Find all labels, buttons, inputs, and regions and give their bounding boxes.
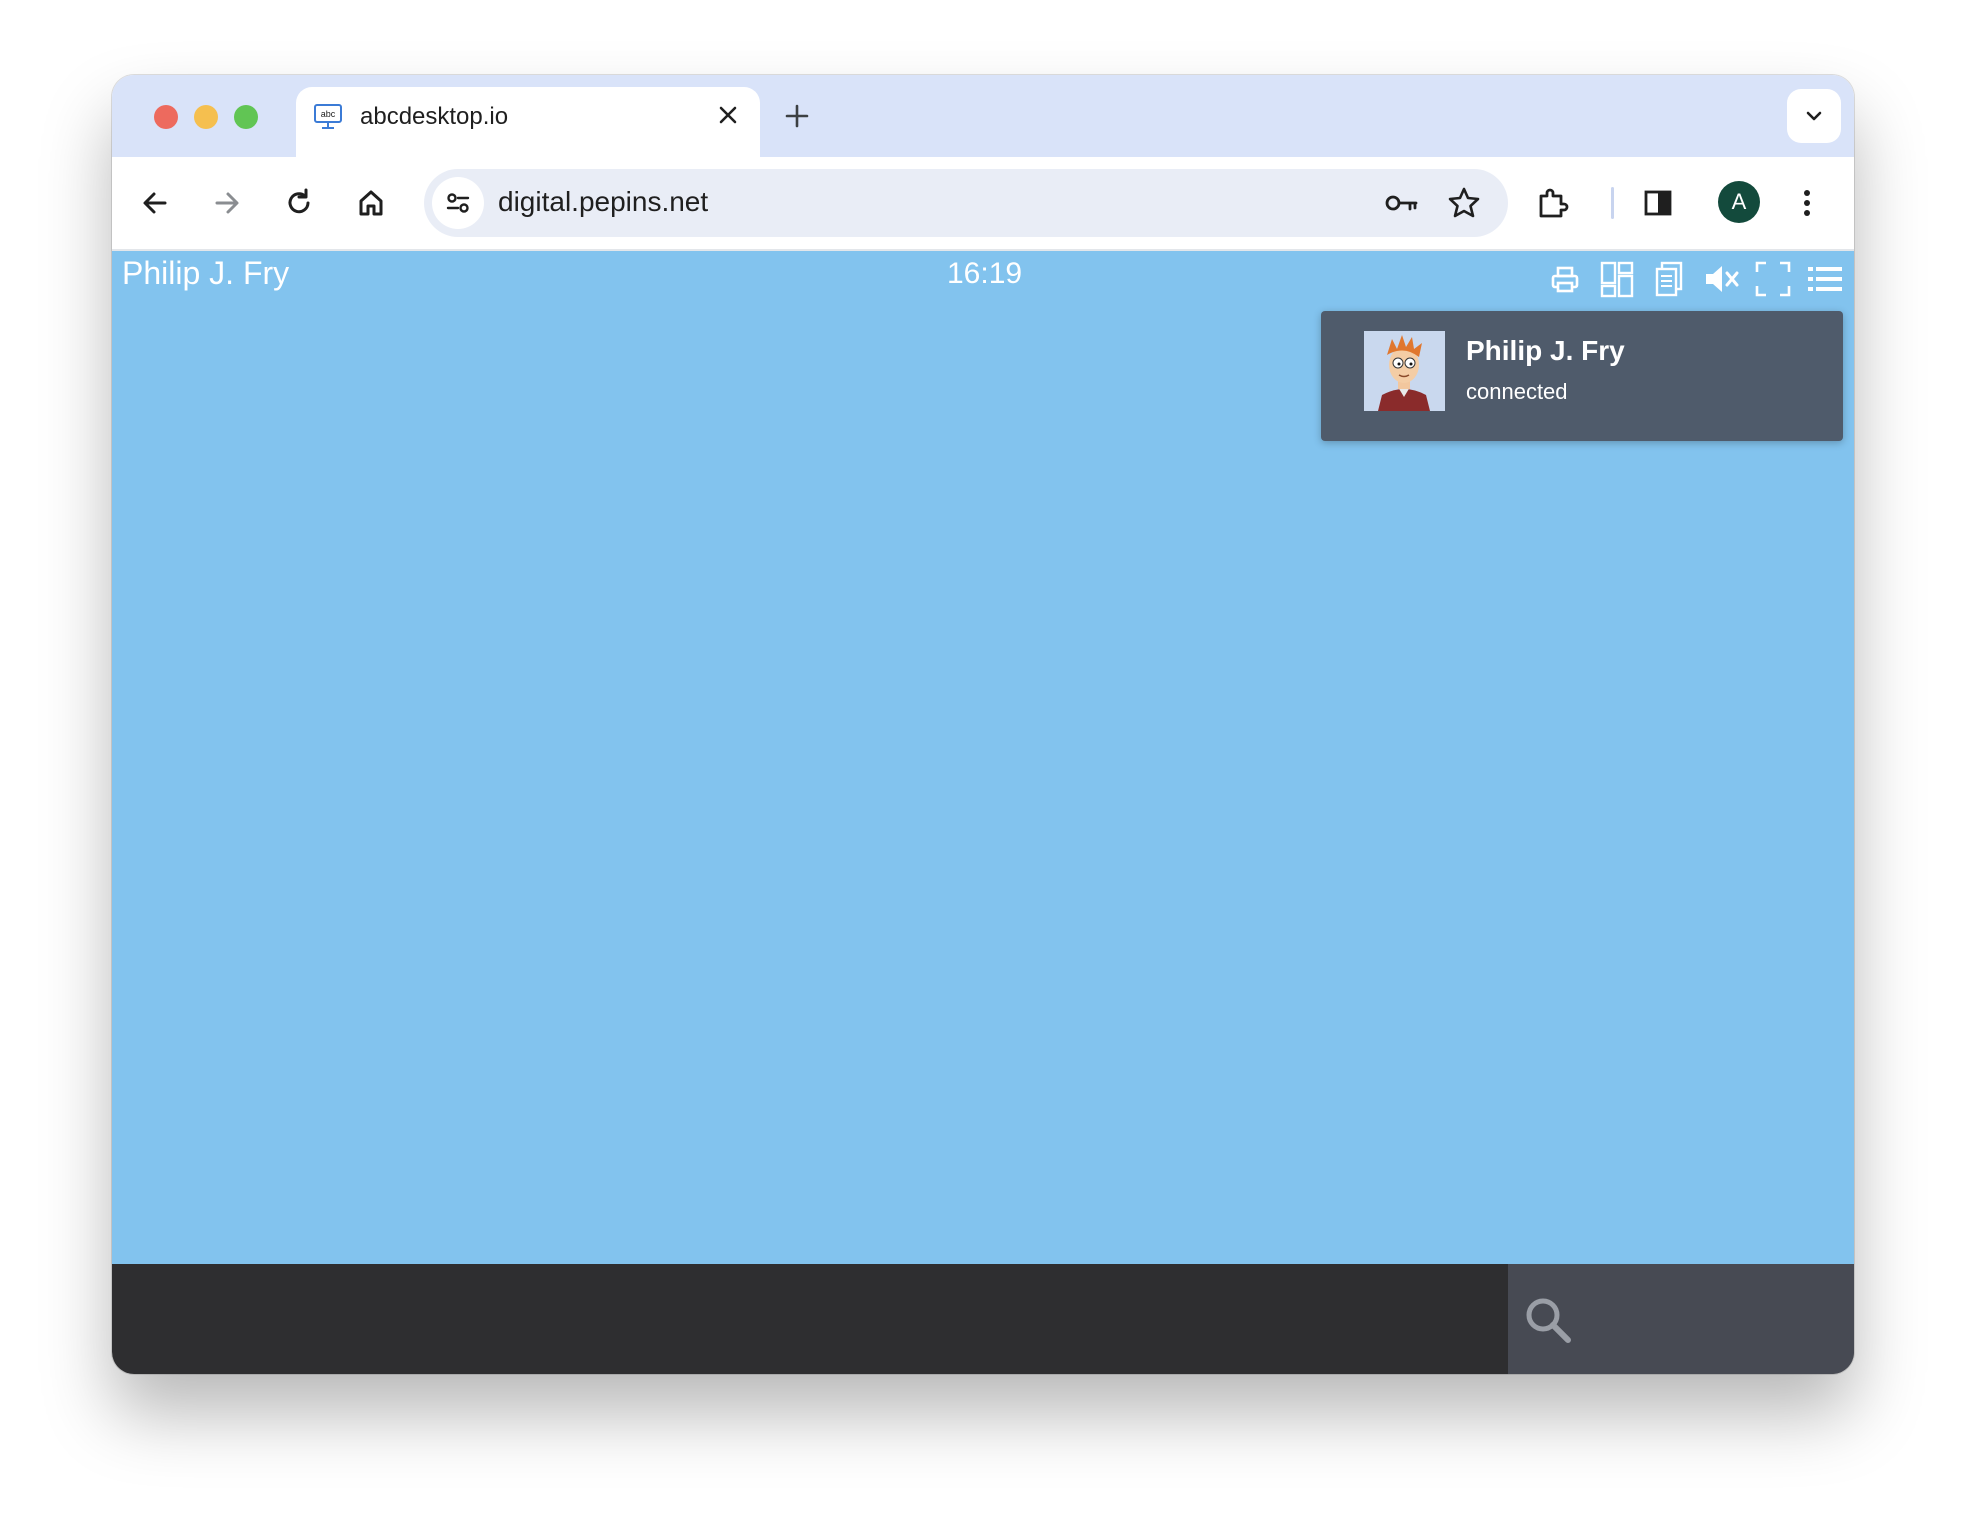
tab-strip: abc abcdesktop.io: [112, 75, 1854, 157]
abcdesktop-desktop[interactable]: Philip J. Fry 16:19 Philip J. Fry connec…: [112, 251, 1854, 1264]
reload-icon[interactable]: [279, 183, 319, 223]
browser-window: abc abcdesktop.io digital.pepins.net A P…: [112, 75, 1854, 1374]
tab-search-button[interactable]: [1787, 89, 1841, 143]
desktop-user-name[interactable]: Philip J. Fry: [122, 255, 289, 292]
home-icon[interactable]: [351, 183, 391, 223]
clipboard-icon[interactable]: [1649, 259, 1689, 299]
tab-title: abcdesktop.io: [360, 103, 509, 130]
new-tab-icon[interactable]: [782, 101, 812, 131]
favicon-text: abc: [321, 109, 336, 119]
bookmark-star-icon[interactable]: [1444, 183, 1484, 223]
mute-icon[interactable]: [1701, 259, 1741, 299]
key-icon[interactable]: [1382, 183, 1422, 223]
notification-status: connected: [1466, 379, 1568, 404]
back-icon[interactable]: [135, 183, 175, 223]
abcdesktop-favicon-icon: abc: [314, 104, 342, 129]
side-panel-icon[interactable]: [1638, 183, 1678, 223]
menu-list-icon[interactable]: [1805, 259, 1845, 299]
dock-bar: [112, 1264, 1854, 1374]
apps-grid-icon[interactable]: [1597, 259, 1637, 299]
search-icon: [1526, 1298, 1571, 1343]
toolbar-divider: [1611, 187, 1614, 219]
browser-toolbar: digital.pepins.net A: [112, 157, 1854, 251]
more-menu-icon[interactable]: [1787, 183, 1827, 223]
url-text[interactable]: digital.pepins.net: [498, 186, 708, 218]
profile-avatar[interactable]: A: [1718, 181, 1760, 223]
address-bar[interactable]: digital.pepins.net: [424, 169, 1508, 237]
site-info-button[interactable]: [432, 177, 484, 229]
minimize-window-button[interactable]: [194, 105, 218, 129]
user-avatar: [1364, 331, 1445, 411]
close-window-button[interactable]: [154, 105, 178, 129]
tab-abcdesktop[interactable]: abc abcdesktop.io: [296, 87, 760, 157]
chevron-down-icon: [1806, 111, 1822, 121]
extensions-icon[interactable]: [1532, 183, 1572, 223]
forward-icon[interactable]: [207, 183, 247, 223]
connection-notification[interactable]: Philip J. Fry connected: [1321, 311, 1843, 441]
fullscreen-icon[interactable]: [1753, 259, 1793, 299]
maximize-window-button[interactable]: [234, 105, 258, 129]
close-tab-icon[interactable]: [714, 101, 742, 129]
dock-search-button[interactable]: [1508, 1264, 1854, 1374]
notification-title: Philip J. Fry: [1466, 335, 1625, 366]
printer-icon[interactable]: [1545, 259, 1585, 299]
desktop-clock: 16:19: [947, 257, 1023, 290]
tune-icon: [446, 193, 470, 213]
